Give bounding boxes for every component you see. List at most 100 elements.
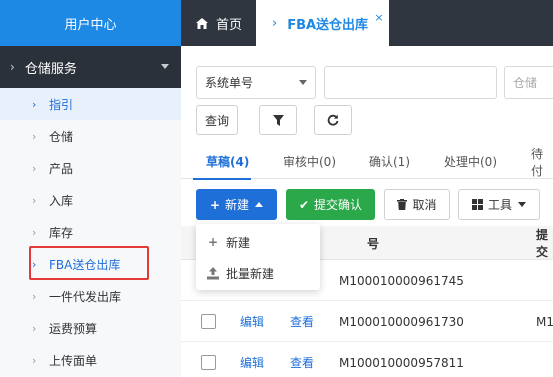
sidebar-item-warehouse[interactable]: › 仓储 bbox=[0, 120, 181, 152]
tab-confirmed[interactable]: 确认(1) bbox=[369, 144, 410, 179]
sidebar-header-title: 用户中心 bbox=[64, 17, 117, 33]
sidebar-item-label: 仓储 bbox=[49, 129, 74, 144]
edit-link-label: 编辑 bbox=[240, 356, 265, 370]
sidebar-section-label: 仓储服务 bbox=[24, 61, 77, 77]
menu-item-batch-new[interactable]: 批量新建 bbox=[196, 258, 320, 288]
tab-draft-label: 草稿(4) bbox=[206, 155, 250, 169]
search-input[interactable] bbox=[324, 66, 497, 99]
filter-button[interactable] bbox=[259, 105, 297, 135]
search-type-select[interactable]: 系统单号 bbox=[196, 66, 316, 99]
chevron-right-icon: › bbox=[32, 225, 37, 239]
edit-link-label: 编辑 bbox=[240, 315, 265, 329]
sidebar-item-inbound[interactable]: › 入库 bbox=[0, 184, 181, 216]
column-header-label: 号 bbox=[367, 236, 380, 251]
tab-home-label: 首页 bbox=[216, 17, 243, 33]
refresh-icon bbox=[327, 114, 339, 126]
menu-item-label: 新建 bbox=[226, 235, 251, 250]
table-row: 编辑 查看 M100010000961730 M1 bbox=[181, 301, 553, 342]
trash-icon bbox=[397, 199, 408, 210]
tab-draft[interactable]: 草稿(4) bbox=[206, 144, 249, 179]
tab-reviewing[interactable]: 审核中(0) bbox=[283, 144, 336, 179]
order-number-text: M100010000957811 bbox=[339, 355, 464, 370]
chevron-right-icon: › bbox=[32, 193, 37, 207]
caret-down-icon bbox=[518, 202, 526, 207]
caret-up-icon bbox=[255, 202, 264, 207]
sidebar-item-product[interactable]: › 产品 bbox=[0, 152, 181, 184]
filter-icon bbox=[272, 114, 284, 126]
sidebar-item-label: 指引 bbox=[49, 97, 74, 112]
cancel-button[interactable]: 取消 bbox=[384, 189, 450, 220]
grid-icon bbox=[471, 199, 483, 210]
row-checkbox[interactable] bbox=[201, 355, 216, 370]
row-checkbox[interactable] bbox=[201, 314, 216, 329]
query-button[interactable]: 查询 bbox=[196, 105, 238, 135]
chevron-right-icon: › bbox=[32, 321, 37, 335]
highlight-box bbox=[29, 246, 149, 280]
caret-down-icon bbox=[299, 80, 307, 85]
sidebar-item-label: 上传面单 bbox=[49, 353, 98, 368]
sidebar-item-upload-label[interactable]: › 上传面单 bbox=[0, 344, 181, 376]
refresh-button[interactable] bbox=[314, 105, 352, 135]
status-tabs: 草稿(4) 审核中(0) 确认(1) 处理中(0) 待付 bbox=[181, 144, 553, 179]
plus-icon: + bbox=[207, 235, 219, 249]
sidebar-item-dropship-outbound[interactable]: › 一件代发出库 bbox=[0, 280, 181, 312]
tab-fba-label: FBA送仓出库 bbox=[287, 17, 369, 33]
check-icon: ✔ bbox=[298, 197, 310, 212]
menu-item-new[interactable]: + 新建 bbox=[196, 227, 320, 257]
tools-button-label: 工具 bbox=[487, 198, 512, 212]
new-dropdown-menu: + 新建 批量新建 bbox=[196, 224, 320, 290]
new-button-label: 新建 bbox=[225, 198, 250, 212]
sidebar-section-warehouse[interactable]: › 仓储服务 bbox=[0, 46, 181, 88]
submit-confirm-button[interactable]: ✔ 提交确认 bbox=[286, 189, 375, 220]
tools-button[interactable]: 工具 bbox=[458, 189, 540, 220]
sidebar-item-guide[interactable]: › 指引 bbox=[0, 88, 181, 120]
tab-processing[interactable]: 处理中(0) bbox=[444, 144, 497, 179]
chevron-right-icon: › bbox=[32, 97, 37, 111]
sidebar: 用户中心 › 仓储服务 › 指引 › 仓储 › 产品 › 入库 › 库存 › F… bbox=[0, 0, 181, 377]
tab-home[interactable]: 首页 bbox=[181, 0, 256, 46]
order-number: M100010000957811 bbox=[339, 342, 464, 377]
table-row: 编辑 查看 M100010000957811 bbox=[181, 342, 553, 377]
submit-cell: M1 bbox=[536, 301, 553, 342]
tab-pending-payment[interactable]: 待付 bbox=[531, 144, 553, 179]
tab-confirmed-label: 确认(1) bbox=[369, 155, 410, 169]
top-tab-bar: 首页 › FBA送仓出库 × bbox=[181, 0, 553, 46]
sidebar-item-inventory[interactable]: › 库存 bbox=[0, 216, 181, 248]
chevron-right-icon: › bbox=[32, 289, 37, 303]
order-number: M100010000961745 bbox=[339, 260, 464, 301]
sidebar-header: 用户中心 bbox=[0, 0, 181, 46]
warehouse-placeholder: 仓储 bbox=[513, 76, 538, 90]
order-number-text: M100010000961730 bbox=[339, 314, 464, 329]
main-content: 系统单号 仓储 查询 草稿(4) 审核中(0) 确认(1) 处理中(0) 待付 … bbox=[181, 46, 553, 377]
search-type-value: 系统单号 bbox=[205, 76, 254, 90]
column-header-label: 提交 bbox=[536, 228, 549, 259]
new-button[interactable]: + 新建 bbox=[196, 189, 277, 220]
menu-item-label: 批量新建 bbox=[226, 266, 275, 281]
tab-processing-label: 处理中(0) bbox=[444, 155, 497, 169]
query-button-label: 查询 bbox=[204, 113, 229, 128]
tab-reviewing-label: 审核中(0) bbox=[283, 155, 336, 169]
sidebar-list: › 指引 › 仓储 › 产品 › 入库 › 库存 › FBA送仓出库 › 一件代… bbox=[0, 88, 181, 377]
order-number-text: M100010000961745 bbox=[339, 273, 464, 288]
sidebar-item-freight-estimate[interactable]: › 运费预算 bbox=[0, 312, 181, 344]
home-icon bbox=[196, 17, 208, 29]
sidebar-item-label: 一件代发出库 bbox=[49, 289, 122, 304]
submit-cell-text: M1 bbox=[536, 314, 553, 329]
view-link-label: 查看 bbox=[290, 356, 315, 370]
view-link-label: 查看 bbox=[290, 315, 315, 329]
view-link[interactable]: 查看 bbox=[290, 342, 314, 377]
sidebar-item-label: 库存 bbox=[49, 225, 74, 240]
sidebar-item-label: 产品 bbox=[49, 161, 74, 176]
tab-pending-payment-label: 待付 bbox=[531, 146, 544, 178]
edit-link[interactable]: 编辑 bbox=[240, 342, 264, 377]
tab-fba-outbound[interactable]: › FBA送仓出库 bbox=[256, 0, 389, 46]
submit-button-label: 提交确认 bbox=[314, 198, 363, 212]
chevron-right-icon: › bbox=[10, 60, 15, 74]
view-link[interactable]: 查看 bbox=[290, 301, 314, 342]
close-icon[interactable]: × bbox=[373, 12, 385, 24]
sidebar-item-label: 运费预算 bbox=[49, 321, 98, 336]
edit-link[interactable]: 编辑 bbox=[240, 301, 264, 342]
warehouse-input[interactable]: 仓储 bbox=[504, 66, 553, 99]
chevron-right-icon: › bbox=[32, 161, 37, 175]
order-number: M100010000961730 bbox=[339, 301, 464, 342]
